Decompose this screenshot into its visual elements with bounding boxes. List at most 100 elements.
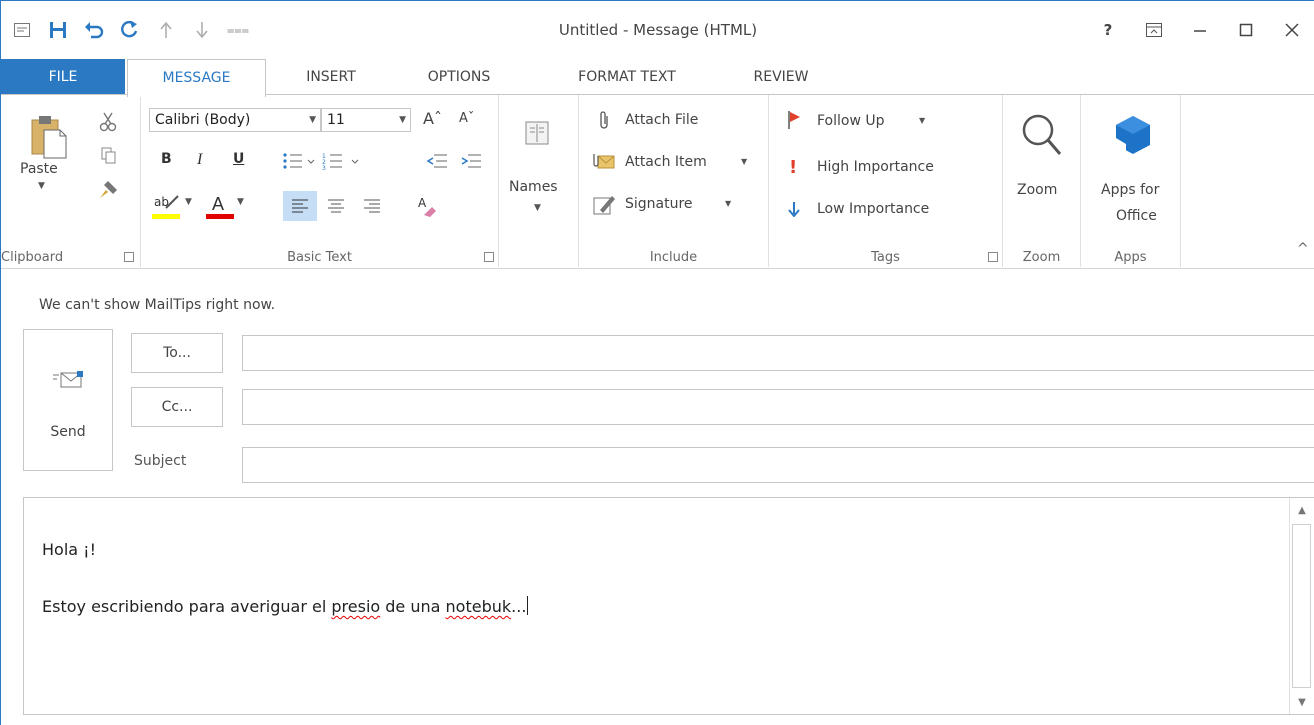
clipboard-launcher-icon[interactable] bbox=[124, 252, 134, 262]
apps-for-office-label-1[interactable]: Apps for bbox=[1101, 182, 1159, 198]
copy-icon[interactable] bbox=[99, 145, 119, 167]
apps-for-office-icon[interactable] bbox=[1111, 113, 1155, 159]
address-book-icon[interactable] bbox=[523, 119, 551, 147]
format-painter-icon[interactable] bbox=[97, 177, 121, 201]
follow-up-dropdown-icon[interactable]: ▼ bbox=[919, 116, 925, 125]
maximize-icon[interactable] bbox=[1223, 15, 1269, 45]
zoom-icon[interactable] bbox=[1019, 111, 1065, 161]
subject-label: Subject bbox=[134, 453, 187, 469]
align-center-button[interactable] bbox=[321, 191, 351, 221]
title-bar: ⩶ Untitled - Message (HTML) ? bbox=[1, 1, 1314, 59]
body-text-segment: de una bbox=[380, 597, 446, 616]
tab-review[interactable]: REVIEW bbox=[731, 59, 831, 95]
window-controls: ? bbox=[1085, 15, 1314, 45]
to-button[interactable]: To... bbox=[131, 333, 223, 373]
paste-icon[interactable] bbox=[29, 113, 69, 161]
clipboard-group: Paste ▼ Clipboard bbox=[1, 95, 141, 267]
svg-text:3: 3 bbox=[322, 165, 326, 170]
misspelled-word: notebuk bbox=[445, 597, 512, 616]
font-name-value: Calibri (Body) bbox=[155, 112, 251, 128]
grow-font-icon[interactable]: Aˆ bbox=[423, 109, 442, 128]
font-color-dropdown-icon[interactable]: ▼ bbox=[237, 197, 244, 207]
italic-button[interactable]: I bbox=[197, 151, 202, 169]
shrink-font-icon[interactable]: Aˇ bbox=[459, 111, 474, 126]
apps-for-office-label-2[interactable]: Office bbox=[1116, 208, 1157, 224]
bold-button[interactable]: B bbox=[161, 151, 172, 167]
highlight-dropdown-icon[interactable]: ▼ bbox=[185, 197, 192, 207]
signature-button[interactable]: Signature bbox=[625, 196, 693, 212]
font-size-combo[interactable]: 11 ▼ bbox=[321, 108, 411, 132]
increase-indent-icon[interactable] bbox=[459, 151, 483, 171]
align-right-button[interactable] bbox=[357, 191, 387, 221]
include-group: Attach File Attach Item ▼ Signature ▼ In… bbox=[579, 95, 769, 267]
scroll-up-icon[interactable]: ▲ bbox=[1290, 498, 1314, 522]
apps-group: Apps for Office Apps bbox=[1081, 95, 1181, 267]
follow-up-button[interactable]: Follow Up bbox=[817, 113, 885, 129]
signature-icon bbox=[591, 193, 617, 217]
body-text-segment: ... bbox=[511, 597, 527, 616]
cc-button[interactable]: Cc... bbox=[131, 387, 223, 427]
svg-text:A: A bbox=[418, 196, 427, 210]
cut-icon[interactable] bbox=[97, 111, 119, 133]
collapse-ribbon-icon[interactable]: ^ bbox=[1297, 241, 1309, 257]
low-importance-button[interactable]: Low Importance bbox=[817, 201, 929, 217]
numbering-icon[interactable]: 123 bbox=[321, 151, 365, 171]
send-button[interactable]: Send bbox=[23, 329, 113, 471]
basic-text-launcher-icon[interactable] bbox=[484, 252, 494, 262]
tab-insert[interactable]: INSERT bbox=[281, 59, 381, 95]
zoom-button-label[interactable]: Zoom bbox=[1017, 182, 1057, 198]
send-icon bbox=[52, 370, 86, 392]
cc-field[interactable] bbox=[242, 389, 1314, 425]
paste-label[interactable]: Paste bbox=[20, 161, 58, 177]
tags-launcher-icon[interactable] bbox=[988, 252, 998, 262]
scrollbar-track[interactable] bbox=[1292, 524, 1311, 688]
flag-icon bbox=[785, 109, 803, 131]
high-importance-icon: ! bbox=[789, 157, 798, 178]
close-icon[interactable] bbox=[1269, 15, 1314, 45]
underline-button[interactable]: U bbox=[233, 151, 244, 167]
message-body-editor[interactable]: Hola ¡! Estoy escribiendo para averiguar… bbox=[23, 497, 1314, 715]
clipboard-group-label: Clipboard bbox=[1, 250, 64, 265]
font-size-dropdown-icon[interactable]: ▼ bbox=[399, 109, 406, 131]
ribbon-tabs: FILE MESSAGE INSERT OPTIONS FORMAT TEXT … bbox=[1, 59, 1314, 97]
align-left-button[interactable] bbox=[283, 191, 317, 221]
zoom-group-label: Zoom bbox=[1022, 250, 1061, 265]
attach-item-button[interactable]: Attach Item bbox=[625, 154, 707, 170]
mailtips-message: We can't show MailTips right now. bbox=[39, 297, 276, 313]
tab-format-text[interactable]: FORMAT TEXT bbox=[557, 59, 697, 95]
decrease-indent-icon[interactable] bbox=[425, 151, 449, 171]
clear-formatting-icon[interactable]: A bbox=[413, 191, 441, 221]
font-color-icon[interactable]: A bbox=[205, 191, 235, 221]
text-caret bbox=[527, 596, 529, 615]
names-button-label[interactable]: Names bbox=[509, 179, 558, 195]
bullets-icon[interactable] bbox=[281, 151, 321, 171]
body-scrollbar[interactable]: ▲ ▼ bbox=[1289, 498, 1314, 714]
basic-text-group: Calibri (Body) ▼ 11 ▼ Aˆ Aˇ B I U 123 ab… bbox=[141, 95, 499, 267]
to-field[interactable] bbox=[242, 335, 1314, 371]
attach-item-icon bbox=[591, 151, 617, 173]
signature-dropdown-icon[interactable]: ▼ bbox=[725, 199, 731, 208]
basic-text-group-label: Basic Text bbox=[287, 250, 352, 265]
paste-dropdown-icon[interactable]: ▼ bbox=[38, 181, 45, 191]
misspelled-word: presio bbox=[331, 597, 381, 616]
high-importance-button[interactable]: High Importance bbox=[817, 159, 934, 175]
attach-file-button[interactable]: Attach File bbox=[625, 112, 698, 128]
apps-group-label: Apps bbox=[1114, 250, 1147, 265]
names-group: Names ▼ bbox=[499, 95, 579, 267]
names-dropdown-icon[interactable]: ▼ bbox=[534, 203, 541, 213]
subject-field[interactable] bbox=[242, 447, 1314, 483]
attach-item-dropdown-icon[interactable]: ▼ bbox=[741, 157, 747, 166]
tags-group: Follow Up ▼ ! High Importance Low Import… bbox=[769, 95, 1003, 267]
paperclip-icon bbox=[595, 109, 613, 131]
scroll-down-icon[interactable]: ▼ bbox=[1290, 690, 1314, 714]
help-icon[interactable]: ? bbox=[1085, 15, 1131, 45]
tab-options[interactable]: OPTIONS bbox=[405, 59, 513, 95]
tab-file[interactable]: FILE bbox=[1, 59, 125, 95]
ribbon-display-options-icon[interactable] bbox=[1131, 15, 1177, 45]
font-name-dropdown-icon[interactable]: ▼ bbox=[309, 109, 316, 131]
include-group-label: Include bbox=[649, 250, 698, 265]
tab-message[interactable]: MESSAGE bbox=[127, 59, 266, 97]
minimize-icon[interactable] bbox=[1177, 15, 1223, 45]
highlight-color-icon[interactable]: ab bbox=[151, 191, 183, 221]
font-name-combo[interactable]: Calibri (Body) ▼ bbox=[149, 108, 321, 132]
